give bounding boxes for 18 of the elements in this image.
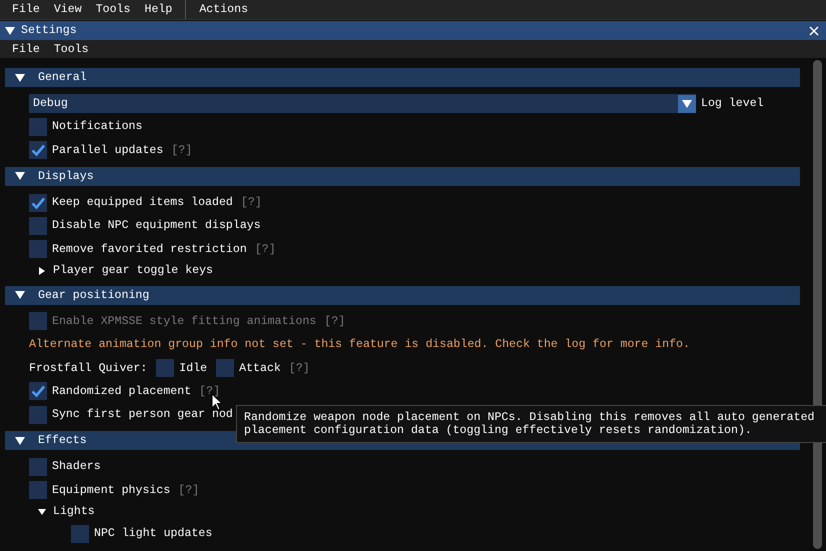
- checkbox-label: NPC light updates: [94, 527, 212, 540]
- field-label: Log level: [701, 97, 764, 110]
- checkbox-label: Shaders: [52, 460, 101, 474]
- checkbox-label: Equipment physics: [52, 484, 170, 497]
- field-label: Frostfall Quiver:: [29, 362, 148, 375]
- checkbox-label: Enable XPMSSE style fitting animations: [52, 314, 316, 328]
- checkbox-label: Notifications: [52, 120, 142, 134]
- checkbox-label: Idle: [179, 362, 208, 375]
- checkbox-label: Parallel updates: [52, 144, 164, 157]
- checkbox-label: Remove favorited restriction: [52, 242, 247, 256]
- window-title: Settings: [21, 24, 78, 37]
- checkbox-label: Sync first person gear nod: [52, 408, 233, 422]
- warning-text: Alternate animation group info not set - this feature is disabled. Check the log for more info.: [29, 338, 690, 352]
- tooltip: Randomize weapon node placement on NPCs. Disabling this removes all auto generated placement configuration data (toggling effectively resets randomization).: [236, 405, 826, 443]
- checkbox-label: Randomized placement: [52, 384, 192, 398]
- checkbox-label: Attack: [239, 362, 281, 375]
- checkbox-label: Keep equipped items loaded: [52, 196, 233, 210]
- checkbox-label: Disable NPC equipment displays: [52, 219, 261, 232]
